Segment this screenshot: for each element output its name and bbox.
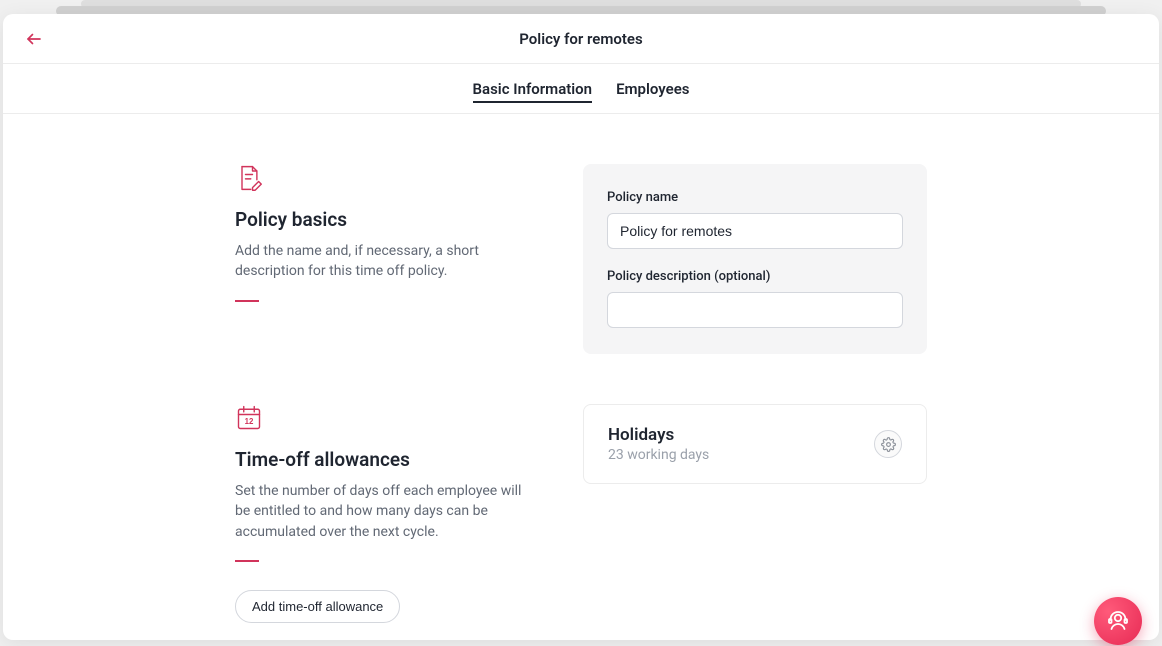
form-group-name: Policy name: [607, 190, 903, 249]
support-fab[interactable]: [1094, 597, 1142, 645]
section-right: Holidays 23 working days: [583, 404, 927, 484]
policy-description-input[interactable]: [607, 292, 903, 328]
modal: Policy for remotes Basic Information Emp…: [3, 14, 1159, 640]
allowance-title: Holidays: [608, 425, 709, 445]
tab-employees[interactable]: Employees: [616, 66, 689, 112]
section-time-off-allowances: 12 Time-off allowances Set the number of…: [235, 404, 927, 623]
policy-name-label: Policy name: [607, 190, 903, 205]
form-card: Policy name Policy description (optional…: [583, 164, 927, 354]
modal-title: Policy for remotes: [519, 30, 642, 48]
svg-text:12: 12: [245, 417, 254, 426]
calendar-icon: 12: [235, 404, 263, 432]
section-right: Policy name Policy description (optional…: [583, 164, 927, 354]
tab-basic-information[interactable]: Basic Information: [473, 66, 593, 112]
add-time-off-allowance-button[interactable]: Add time-off allowance: [235, 590, 400, 623]
policy-description-label: Policy description (optional): [607, 269, 903, 284]
policy-name-input[interactable]: [607, 213, 903, 249]
section-left: 12 Time-off allowances Set the number of…: [235, 404, 539, 623]
section-policy-basics: Policy basics Add the name and, if neces…: [235, 164, 927, 354]
tabs: Basic Information Employees: [3, 64, 1159, 114]
arrow-left-icon: [25, 30, 43, 48]
content: Policy basics Add the name and, if neces…: [3, 114, 1159, 640]
allowance-subtitle: 23 working days: [608, 447, 709, 463]
back-button[interactable]: [23, 28, 45, 50]
accent-line: [235, 560, 259, 562]
allowance-card: Holidays 23 working days: [583, 404, 927, 484]
section-heading: Policy basics: [235, 208, 539, 231]
document-edit-icon: [235, 164, 263, 192]
section-description: Add the name and, if necessary, a short …: [235, 241, 539, 282]
allowance-info: Holidays 23 working days: [608, 425, 709, 463]
section-heading: Time-off allowances: [235, 448, 539, 471]
accent-line: [235, 300, 259, 302]
gear-icon: [881, 437, 896, 452]
form-group-description: Policy description (optional): [607, 269, 903, 328]
person-headset-icon: [1106, 609, 1130, 633]
section-left: Policy basics Add the name and, if neces…: [235, 164, 539, 302]
section-description: Set the number of days off each employee…: [235, 481, 539, 542]
modal-header: Policy for remotes: [3, 14, 1159, 64]
allowance-settings-button[interactable]: [874, 430, 902, 458]
